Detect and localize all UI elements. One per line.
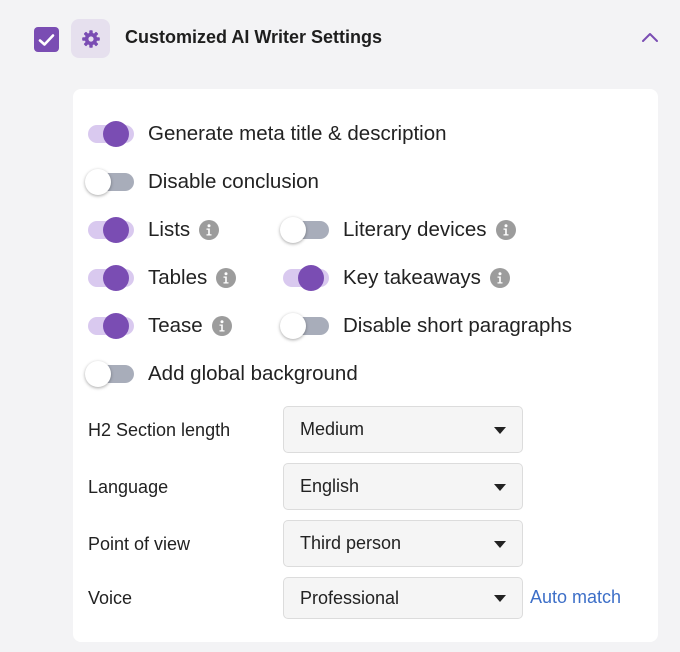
toggle-row-tables[interactable]: Tables — [88, 264, 237, 292]
meta-toggle[interactable] — [88, 121, 134, 147]
language-select[interactable]: English — [283, 463, 523, 510]
pov-label: Point of view — [88, 534, 191, 554]
info-icon[interactable] — [199, 220, 220, 240]
check-icon — [38, 33, 55, 46]
gear-icon — [81, 29, 100, 48]
lists-toggle[interactable] — [88, 217, 134, 243]
toggle-knob — [280, 217, 306, 243]
info-glyph — [223, 272, 229, 284]
caret-down-icon — [494, 541, 506, 548]
toggle-row-literary[interactable]: Literary devices — [280, 216, 516, 244]
auto-match-link[interactable]: Auto match — [530, 587, 621, 608]
toggle-knob — [85, 169, 111, 195]
info-glyph — [219, 320, 225, 332]
pov-value: Third person — [300, 533, 402, 553]
tables-toggle[interactable] — [88, 265, 134, 291]
h2-length-label: H2 Section length — [88, 420, 231, 440]
tease-toggle[interactable] — [88, 313, 134, 339]
toggle-row-meta[interactable]: Generate meta title & description — [88, 120, 447, 148]
info-icon[interactable] — [211, 316, 232, 336]
toggle-knob — [103, 265, 129, 291]
toggle-knob — [85, 361, 111, 387]
toggle-row-tease[interactable]: Tease — [88, 312, 232, 340]
settings-title: Customized AI Writer Settings — [125, 27, 383, 47]
caret-down-icon — [494, 484, 506, 491]
caret-down-icon — [494, 595, 506, 602]
info-icon[interactable] — [495, 220, 516, 240]
info-glyph — [497, 272, 503, 284]
short-paragraphs-toggle[interactable] — [280, 313, 329, 339]
language-value: English — [300, 476, 360, 496]
takeaways-toggle[interactable] — [283, 265, 329, 291]
toggle-knob — [103, 121, 129, 147]
literary-toggle[interactable] — [280, 217, 329, 243]
info-icon[interactable] — [216, 268, 237, 288]
conclusion-toggle[interactable] — [85, 169, 134, 195]
collapse-button[interactable] — [639, 28, 661, 46]
tease-toggle-label: Tease — [148, 314, 203, 337]
tables-toggle-label: Tables — [148, 266, 208, 289]
toggle-knob — [298, 265, 324, 291]
info-icon[interactable] — [489, 268, 510, 288]
info-glyph — [206, 224, 212, 236]
global-background-toggle[interactable] — [85, 361, 134, 387]
literary-toggle-label: Literary devices — [343, 218, 487, 241]
caret-down-icon — [494, 427, 506, 434]
toggle-knob — [103, 217, 129, 243]
voice-label: Voice — [88, 588, 133, 608]
lists-toggle-label: Lists — [148, 218, 191, 241]
conclusion-toggle-label: Disable conclusion — [148, 170, 319, 193]
meta-toggle-label: Generate meta title & description — [148, 122, 447, 145]
info-glyph — [503, 224, 509, 236]
toggle-row-conclusion[interactable]: Disable conclusion — [85, 168, 319, 196]
settings-icon-badge — [71, 19, 110, 58]
toggle-row-short-paragraphs[interactable]: Disable short paragraphs — [280, 312, 573, 340]
toggle-row-global-background[interactable]: Add global background — [85, 360, 358, 388]
enable-settings-checkbox[interactable] — [34, 27, 59, 52]
short-paragraphs-toggle-label: Disable short paragraphs — [343, 314, 573, 337]
takeaways-toggle-label: Key takeaways — [343, 266, 481, 289]
language-label: Language — [88, 477, 169, 497]
voice-select[interactable]: Professional — [283, 577, 523, 619]
global-background-toggle-label: Add global background — [148, 362, 358, 385]
toggle-knob — [280, 313, 306, 339]
toggle-knob — [103, 313, 129, 339]
settings-header[interactable]: Customized AI Writer Settings — [0, 0, 680, 80]
pov-select[interactable]: Third person — [283, 520, 523, 567]
chevron-up-icon — [642, 32, 658, 42]
voice-value: Professional — [300, 587, 400, 608]
toggle-row-lists[interactable]: Lists — [88, 216, 220, 244]
h2-length-select[interactable]: Medium — [283, 406, 523, 453]
toggle-row-takeaways[interactable]: Key takeaways — [283, 264, 510, 292]
h2-length-value: Medium — [300, 419, 365, 439]
